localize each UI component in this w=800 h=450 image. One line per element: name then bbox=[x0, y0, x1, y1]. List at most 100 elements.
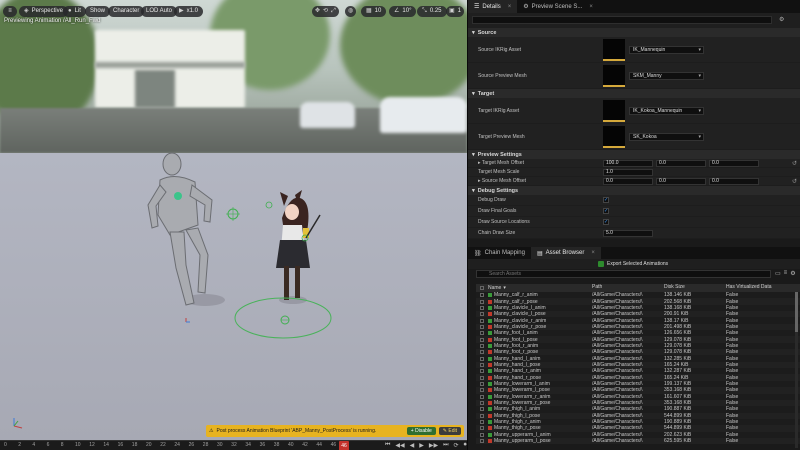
column-name[interactable]: Name ▾ bbox=[488, 284, 592, 292]
row-checkbox[interactable] bbox=[476, 362, 488, 367]
reset-icon[interactable]: ↺ bbox=[792, 178, 797, 185]
row-checkbox[interactable] bbox=[476, 388, 488, 393]
transport-button[interactable]: ⟳ bbox=[454, 442, 459, 449]
settings-icon[interactable]: ⚙ bbox=[790, 270, 795, 277]
source-ikrig-combo[interactable]: IK_Mannequin ▾ bbox=[629, 45, 704, 54]
transport-button[interactable]: ▶ bbox=[419, 442, 424, 449]
draw-final-goals-checkbox[interactable]: ✓ bbox=[603, 208, 609, 214]
table-scrollbar-thumb[interactable] bbox=[795, 292, 798, 332]
details-search-input[interactable] bbox=[472, 16, 772, 24]
section-target[interactable]: ▾ Target bbox=[468, 89, 800, 98]
table-row[interactable]: Manny_hand_r_anim/All/Game/Characters/\ 1… bbox=[476, 368, 800, 375]
grid-snap-button[interactable]: ▦ 10 bbox=[361, 6, 387, 17]
table-row[interactable]: Manny_foot_r_pose/All/Game/Characters/\ 1… bbox=[476, 349, 800, 356]
table-row[interactable]: Manny_foot_r_anim/All/Game/Characters/\ 1… bbox=[476, 342, 800, 350]
source-mesh-combo[interactable]: SKM_Manny ▾ bbox=[629, 71, 704, 80]
table-row[interactable]: Manny_calf_r_pose/All/Game/Characters/\ 2… bbox=[476, 298, 800, 305]
row-checkbox[interactable] bbox=[476, 299, 488, 304]
show-button[interactable]: Show bbox=[85, 6, 111, 17]
move-icon[interactable]: ✥ bbox=[315, 6, 320, 17]
settings-icon[interactable]: ⚙ bbox=[779, 16, 784, 23]
timeline[interactable]: 0 2 4 6 8 10 12 14 16 18 20 22 24 26 28 30 32 34 36 38 40 42 4… bbox=[0, 440, 467, 450]
table-row[interactable]: Manny_lowerarm_l_anim/All/Game/Character… bbox=[476, 380, 800, 388]
column-path[interactable]: Path bbox=[592, 284, 664, 292]
row-checkbox[interactable] bbox=[476, 350, 488, 355]
table-row[interactable]: Manny_clavicle_r_anim/All/Game/Character… bbox=[476, 317, 800, 324]
timeline-playhead[interactable]: 46 bbox=[339, 441, 349, 450]
source-offset-y[interactable]: 0.0 bbox=[656, 177, 706, 185]
details-search-bar[interactable]: ⚙ bbox=[468, 13, 800, 28]
debug-draw-checkbox[interactable]: ✓ bbox=[603, 197, 609, 203]
table-row[interactable]: Manny_hand_l_pose/All/Game/Characters/\ 1… bbox=[476, 361, 800, 369]
target-ikrig-combo[interactable]: IK_Kokoa_Mannequin ▾ bbox=[629, 106, 704, 115]
table-row[interactable]: Manny_clavicle_l_pose/All/Game/Character… bbox=[476, 311, 800, 318]
table-row[interactable]: Manny_lowerarm_r_pose/All/Game/Character… bbox=[476, 399, 800, 407]
row-checkbox[interactable] bbox=[476, 356, 488, 361]
row-checkbox[interactable] bbox=[476, 413, 488, 418]
scale-snap-button[interactable]: ⤡ 0.25 bbox=[417, 6, 447, 17]
folder-icon[interactable]: ▭ bbox=[775, 270, 781, 277]
table-row[interactable]: Manny_foot_l_pose/All/Game/Characters/\ 1… bbox=[476, 336, 800, 343]
table-row[interactable]: Manny_calf_r_anim/All/Game/Characters/\ 1… bbox=[476, 292, 800, 299]
transform-tools[interactable]: ✥ ⟲ ⤢ bbox=[312, 6, 339, 17]
table-row[interactable]: Manny_thigh_r_anim/All/Game/Characters/\… bbox=[476, 418, 800, 426]
target-offset-y[interactable]: 0.0 bbox=[656, 159, 706, 167]
table-row[interactable]: Manny_lowerarm_r_anim/All/Game/Character… bbox=[476, 393, 800, 400]
target-offset-x[interactable]: 100.0 bbox=[603, 159, 653, 167]
viewport[interactable]: ≡ ◈ Perspective ● Lit Show Character LOD… bbox=[0, 0, 467, 440]
row-checkbox[interactable] bbox=[476, 394, 488, 399]
column-has-virtualized-data[interactable]: Has Virtualized Data bbox=[726, 284, 800, 292]
tab-asset-browser[interactable]: ▤ Asset Browser × bbox=[530, 247, 601, 259]
table-row[interactable]: Manny_upperarm_l_pose/All/Game/Character… bbox=[476, 437, 800, 445]
row-checkbox[interactable] bbox=[476, 426, 488, 431]
table-row[interactable]: Manny_upperarm_l_anim/All/Game/Character… bbox=[476, 431, 800, 438]
camera-speed-button[interactable]: ▣ 1 bbox=[446, 6, 465, 17]
target-mesh-scale-input[interactable]: 1.0 bbox=[603, 168, 653, 176]
target-mesh-combo[interactable]: SK_Kokoa ▾ bbox=[629, 132, 704, 141]
row-checkbox[interactable] bbox=[476, 375, 488, 380]
transport-controls[interactable]: ⏮ ◀◀ ◀ ▶ ▶▶ ⏭ ⟳ ⏺ bbox=[385, 442, 467, 449]
transport-button[interactable]: ▶▶ bbox=[429, 442, 438, 449]
transport-button[interactable]: ⏮ bbox=[385, 442, 390, 449]
edit-button[interactable]: ✎ Edit bbox=[438, 427, 461, 435]
table-row[interactable]: Manny_hand_r_pose/All/Game/Characters/\ 1… bbox=[476, 374, 800, 381]
close-icon[interactable]: × bbox=[591, 250, 595, 256]
row-checkbox[interactable] bbox=[476, 293, 488, 298]
search-assets-input[interactable]: Search Assets bbox=[476, 270, 771, 278]
source-offset-z[interactable]: 0.0 bbox=[709, 177, 759, 185]
rotate-icon[interactable]: ⟲ bbox=[323, 6, 328, 17]
row-checkbox[interactable] bbox=[476, 369, 488, 374]
table-row[interactable]: Manny_thigh_r_pose/All/Game/Characters/\… bbox=[476, 425, 800, 432]
character-button[interactable]: Character bbox=[108, 6, 145, 17]
row-checkbox[interactable] bbox=[476, 312, 488, 317]
section-preview-settings[interactable]: ▾ Preview Settings bbox=[468, 150, 800, 159]
row-checkbox[interactable] bbox=[476, 318, 488, 323]
table-row[interactable]: Manny_foot_l_anim/All/Game/Characters/\ 1… bbox=[476, 330, 800, 337]
section-source[interactable]: ▾ Source bbox=[468, 28, 800, 37]
table-row[interactable]: Manny_clavicle_r_pose/All/Game/Character… bbox=[476, 323, 800, 331]
table-row[interactable]: Manny_hand_l_anim/All/Game/Characters/\ 1… bbox=[476, 355, 800, 362]
column-disk-size[interactable]: Disk Size bbox=[664, 284, 726, 292]
close-icon[interactable]: × bbox=[508, 4, 512, 10]
viewport-menu-button[interactable]: ≡ bbox=[3, 6, 17, 17]
reset-icon[interactable]: ↺ bbox=[792, 160, 797, 167]
row-checkbox[interactable] bbox=[476, 439, 488, 444]
transport-button[interactable]: ◀◀ bbox=[395, 442, 404, 449]
view-options-icon[interactable]: ≡ bbox=[784, 270, 788, 277]
scale-icon[interactable]: ⤢ bbox=[331, 6, 336, 17]
tab-preview-scene[interactable]: ⚙ Preview Scene S... × bbox=[517, 0, 599, 13]
row-checkbox[interactable] bbox=[476, 305, 488, 310]
perspective-button[interactable]: ◈ Perspective bbox=[19, 6, 68, 17]
row-checkbox[interactable] bbox=[476, 337, 488, 342]
row-checkbox[interactable] bbox=[476, 401, 488, 406]
row-checkbox[interactable] bbox=[476, 381, 488, 386]
disable-button[interactable]: + Disable bbox=[406, 427, 436, 435]
source-offset-x[interactable]: 0.0 bbox=[603, 177, 653, 185]
playback-speed-button[interactable]: ▶ x1.0 bbox=[174, 6, 203, 17]
row-checkbox[interactable] bbox=[476, 432, 488, 437]
close-icon[interactable]: × bbox=[589, 4, 593, 10]
table-row[interactable]: Manny_thigh_l_pose/All/Game/Characters/\… bbox=[476, 412, 800, 419]
row-checkbox[interactable] bbox=[476, 343, 488, 348]
section-debug-settings[interactable]: ▾ Debug Settings bbox=[468, 186, 800, 195]
tab-chain-mapping[interactable]: ⛓ Chain Mapping bbox=[468, 247, 531, 259]
